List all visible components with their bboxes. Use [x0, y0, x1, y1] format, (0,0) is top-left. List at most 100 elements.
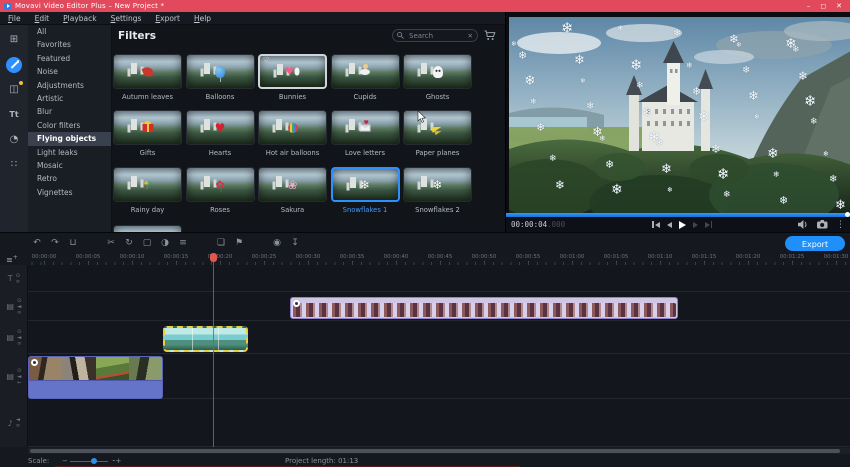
link-icon[interactable]: ∞: [17, 341, 22, 347]
copy-button[interactable]: ❏: [212, 233, 230, 253]
split-button[interactable]: ✂: [102, 233, 120, 253]
zoom-out-icon[interactable]: −: [62, 457, 68, 465]
filter-thumb-paper-planes[interactable]: [403, 110, 472, 145]
filter-item[interactable]: Paper planes: [403, 110, 472, 157]
more-options-icon[interactable]: ⋮: [836, 220, 845, 230]
zoom-in-icon[interactable]: ⁃+: [112, 457, 121, 465]
menu-playback[interactable]: Playback: [63, 14, 96, 23]
filter-item[interactable]: Snowflakes 2: [403, 167, 472, 214]
link-icon[interactable]: ∞: [16, 279, 21, 285]
voice-record-button[interactable]: ↧: [286, 233, 304, 253]
next-frame-button[interactable]: [692, 221, 698, 228]
category-favorites[interactable]: Favorites: [28, 38, 111, 51]
undo-button[interactable]: ↶: [28, 233, 46, 253]
marker-button[interactable]: ⚑: [230, 233, 248, 253]
scale-slider[interactable]: [70, 461, 108, 462]
go-to-end-button[interactable]: [704, 221, 712, 228]
scale-slider-knob[interactable]: [91, 458, 97, 464]
sidebar-tab-more-tools[interactable]: ∷: [6, 157, 22, 173]
store-cart-icon[interactable]: [484, 30, 496, 41]
filter-thumb-gifts[interactable]: [113, 110, 182, 145]
category-artistic[interactable]: Artistic: [28, 92, 111, 105]
filter-thumb-partial[interactable]: [113, 225, 182, 232]
category-mosaic[interactable]: Mosaic: [28, 159, 111, 172]
category-featured[interactable]: Featured: [28, 52, 111, 65]
filter-thumb-bunnies[interactable]: ♡: [258, 54, 327, 89]
preview-video[interactable]: ❄ ❄ ❄ ❄ ❄ ❄ ❄ ❄ ❄ ❄ ❄ ❄ ❄ ❄ ❄ ❄ ❄ ❄ ❄ ❄ ❄ ❄ ❄ ❄ ❄ ❄ ❄ ❄ ❄ ❄ ❄ ❄ ❄ ❄ ❄ ❄ ❄ ❄ ❄ ❄…: [509, 17, 850, 213]
filter-thumb-balloons[interactable]: [185, 54, 255, 89]
filter-thumb-sakura[interactable]: [258, 167, 327, 202]
clip-properties-button[interactable]: ≡: [174, 233, 192, 253]
rotate-button[interactable]: ↻: [120, 233, 138, 253]
category-noise[interactable]: Noise: [28, 65, 111, 78]
maximize-button[interactable]: ◻: [820, 0, 826, 12]
playhead-line[interactable]: [213, 253, 214, 447]
filter-item[interactable]: Roses: [185, 167, 255, 214]
overlay-track-1-lane[interactable]: [28, 321, 850, 354]
filter-thumb-ghosts[interactable]: [403, 54, 472, 89]
search-clear-icon[interactable]: ✕: [468, 32, 473, 40]
sidebar-tab-filters[interactable]: [6, 57, 22, 73]
crop-button[interactable]: ▢: [138, 233, 156, 253]
filter-item[interactable]: Hot air balloons: [258, 110, 327, 157]
filter-thumb-roses[interactable]: [185, 167, 255, 202]
minimize-button[interactable]: –: [807, 0, 811, 12]
filter-item[interactable]: Rainy day: [113, 167, 182, 214]
category-vignettes[interactable]: Vignettes: [28, 186, 111, 199]
sidebar-tab-titles[interactable]: Tt: [6, 107, 22, 123]
filter-thumb-cupids[interactable]: [330, 54, 400, 89]
add-track-icon[interactable]: ≡+: [6, 254, 18, 265]
filter-thumb-snowflakes-1[interactable]: [330, 167, 400, 202]
filter-item[interactable]: Hearts: [185, 110, 255, 157]
play-button[interactable]: [678, 220, 686, 229]
close-button[interactable]: ✕: [836, 0, 842, 12]
redo-button[interactable]: ↷: [46, 233, 64, 253]
search-input[interactable]: [407, 30, 465, 41]
export-button[interactable]: Export: [785, 236, 845, 251]
audio-track-lane[interactable]: [28, 399, 850, 447]
color-adjustments-button[interactable]: ◑: [156, 233, 174, 253]
category-adjustments[interactable]: Adjustments: [28, 79, 111, 92]
filter-item[interactable]: Balloons: [185, 54, 255, 101]
favorite-heart-icon[interactable]: ♡: [263, 56, 269, 64]
filter-thumb-snowflakes-2[interactable]: [403, 167, 472, 202]
category-retro[interactable]: Retro: [28, 172, 111, 185]
category-flying-objects[interactable]: Flying objects: [28, 132, 111, 146]
playhead-marker[interactable]: [210, 253, 217, 262]
titles-track-lane[interactable]: [28, 265, 850, 292]
search-box[interactable]: ✕: [392, 29, 478, 42]
sidebar-tab-import[interactable]: ⊞: [6, 32, 22, 48]
time-ruler[interactable]: ≡+ 00:00:00 00:00:05 00:00:10 00:00:15 00:00…: [0, 253, 850, 265]
filter-item[interactable]: Love letters: [330, 110, 400, 157]
link-icon[interactable]: ∞: [17, 310, 22, 316]
filter-item[interactable]: Sakura: [258, 167, 327, 214]
menu-settings[interactable]: Settings: [111, 14, 142, 23]
snapshot-camera-icon[interactable]: [817, 220, 828, 229]
filter-item[interactable]: Snowflakes 1: [330, 167, 400, 214]
arrow-icon[interactable]: ←: [17, 380, 22, 386]
menu-export[interactable]: Export: [155, 14, 180, 23]
category-color-filters[interactable]: Color filters: [28, 119, 111, 132]
filter-thumb-love-letters[interactable]: [330, 110, 400, 145]
delete-button[interactable]: ⊔: [64, 233, 82, 253]
menu-edit[interactable]: Edit: [35, 14, 50, 23]
go-to-start-button[interactable]: [652, 221, 660, 228]
menu-help[interactable]: Help: [194, 14, 211, 23]
filter-item[interactable]: Gifts: [113, 110, 182, 157]
filter-item[interactable]: Autumn leaves: [113, 54, 182, 101]
category-blur[interactable]: Blur: [28, 105, 111, 118]
filter-item[interactable]: ♡ Bunnies: [258, 54, 327, 101]
sidebar-tab-transitions[interactable]: ◫: [6, 81, 23, 98]
previous-frame-button[interactable]: [666, 221, 672, 228]
filter-thumb-hearts[interactable]: [185, 110, 255, 145]
filter-thumb-rainy-day[interactable]: [113, 167, 182, 202]
main-clip-skate[interactable]: [28, 356, 163, 399]
filter-thumb-hot-air-balloons[interactable]: [258, 110, 327, 145]
volume-icon[interactable]: [798, 220, 809, 229]
sidebar-tab-stickers[interactable]: ◔: [6, 132, 22, 148]
filter-item[interactable]: Ghosts: [403, 54, 472, 101]
category-all[interactable]: All: [28, 25, 111, 38]
filter-item[interactable]: Cupids: [330, 54, 400, 101]
webcam-capture-button[interactable]: ◉: [268, 233, 286, 253]
scrollbar-thumb[interactable]: [30, 449, 840, 453]
